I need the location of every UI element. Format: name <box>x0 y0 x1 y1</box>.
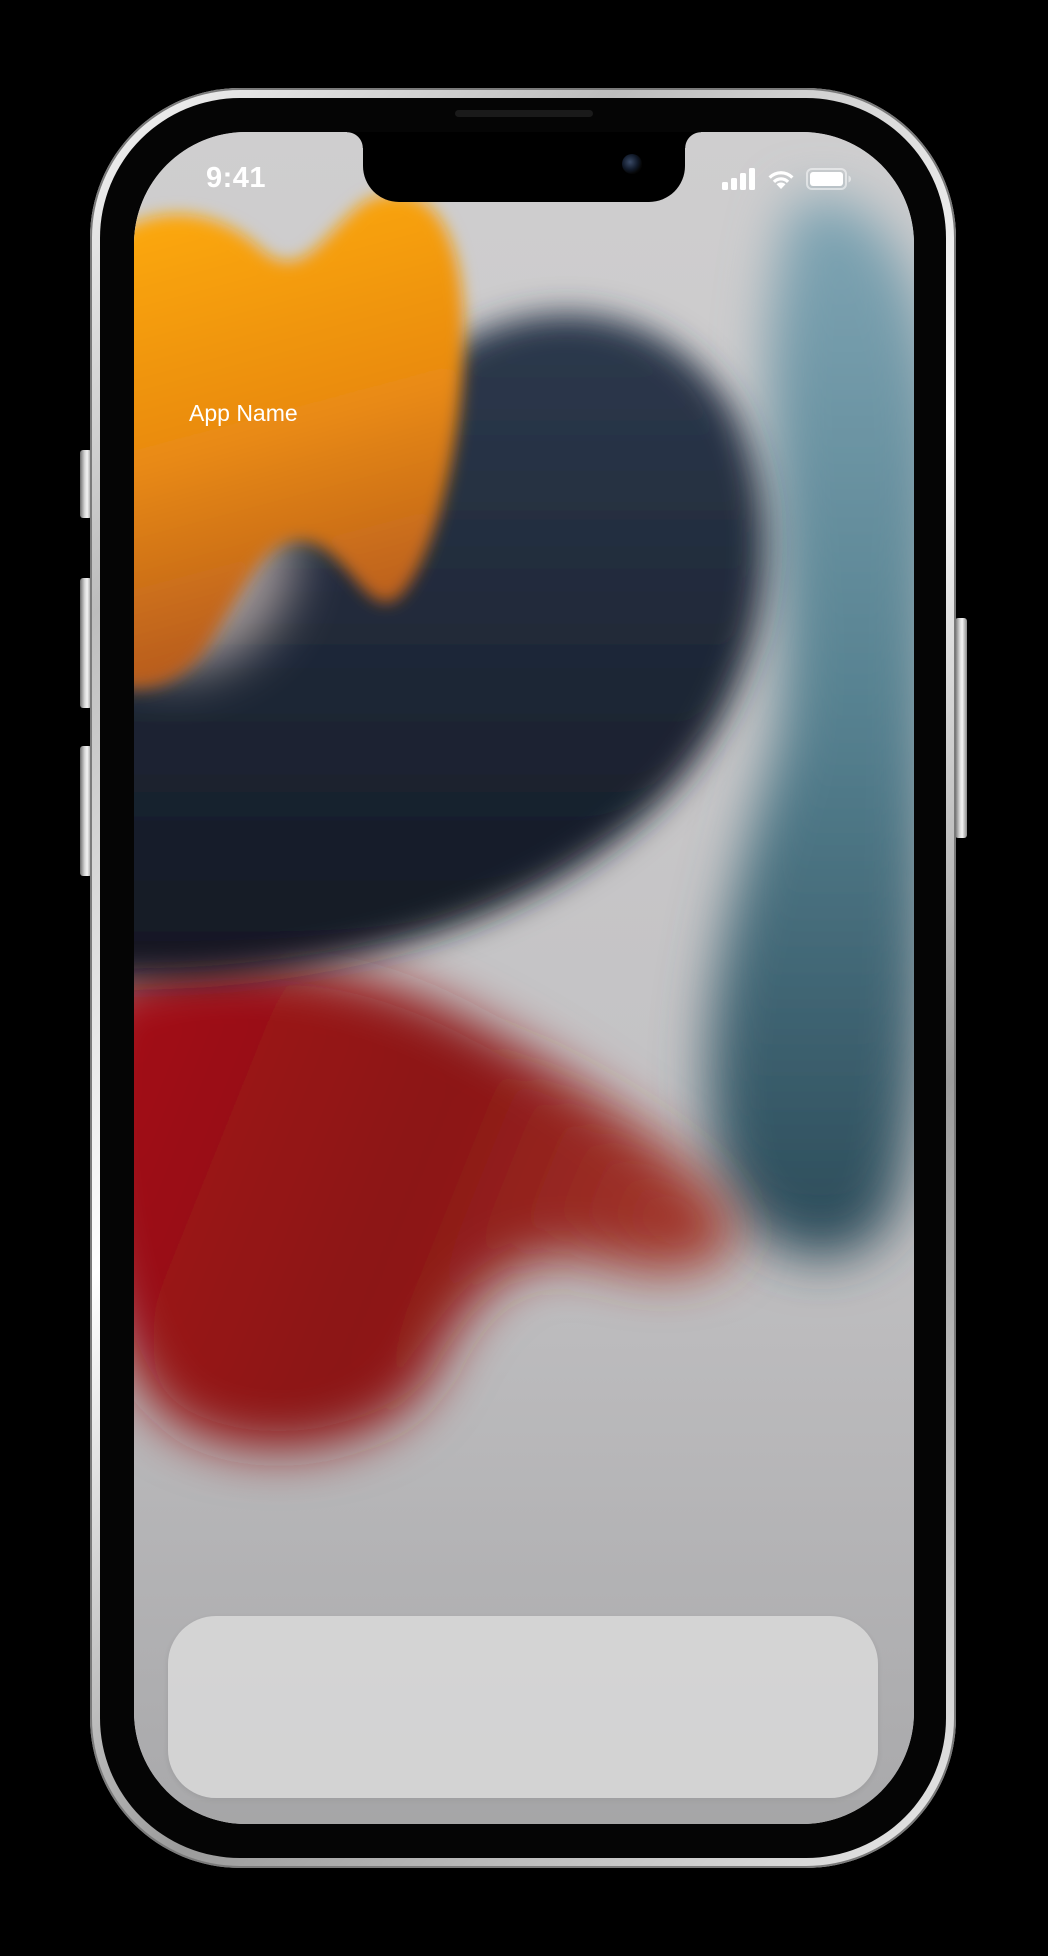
bottom-panel[interactable] <box>168 1616 878 1798</box>
battery-icon <box>806 168 852 195</box>
device-mockup: 9:41 App Name <box>0 0 1048 1956</box>
notch <box>347 132 701 202</box>
app-name-label: App Name <box>189 400 298 426</box>
front-camera <box>622 154 642 174</box>
wallpaper <box>134 132 914 1824</box>
status-bar-time: 9:41 <box>206 162 267 194</box>
power-button <box>955 618 967 838</box>
earpiece-speaker <box>455 110 593 117</box>
status-bar-icons <box>722 168 852 195</box>
wifi-icon <box>766 168 796 195</box>
home-indicator-area <box>134 1800 914 1824</box>
cellular-signal-icon <box>722 168 756 195</box>
phone-screen: 9:41 App Name <box>134 132 914 1824</box>
